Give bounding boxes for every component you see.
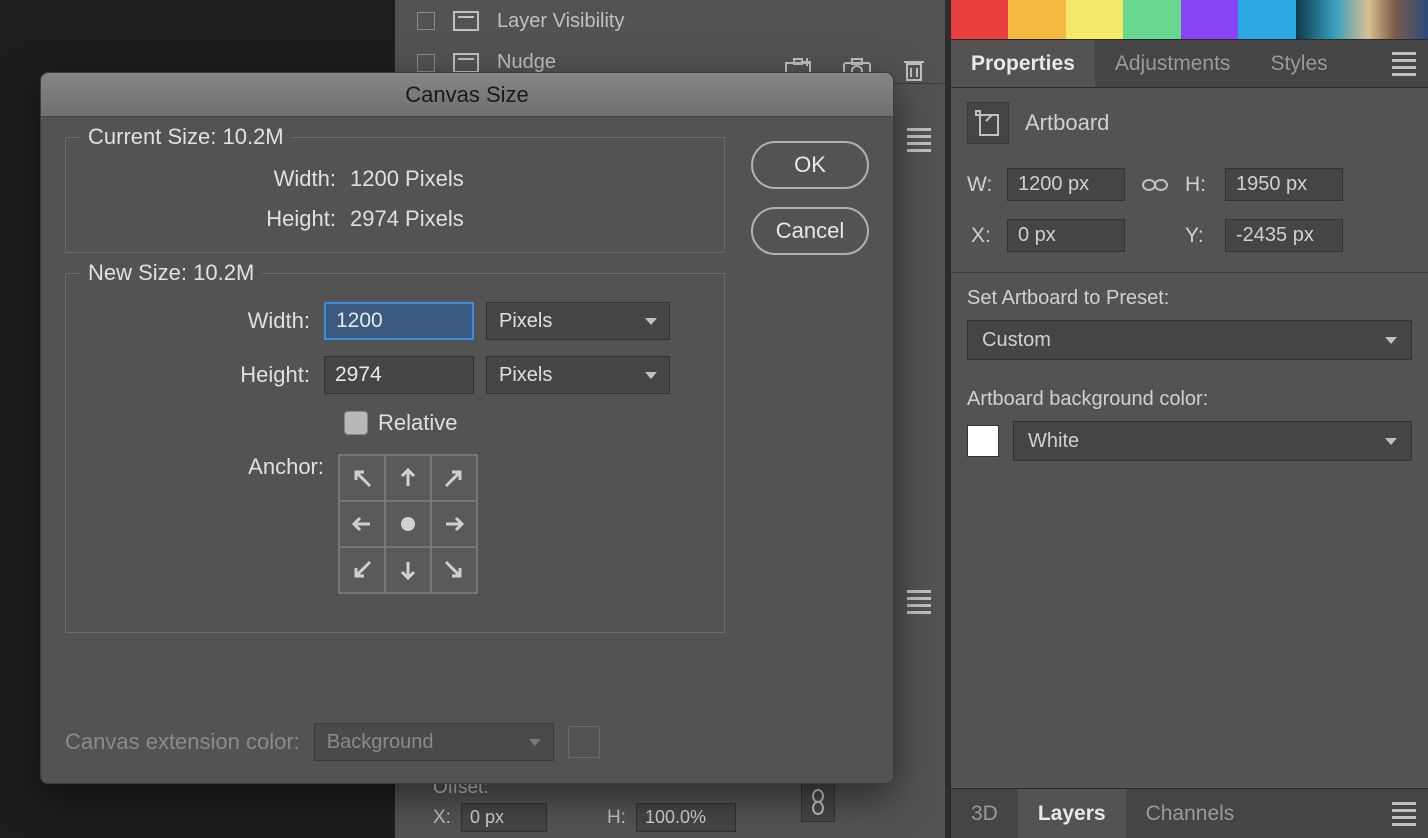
- ok-button[interactable]: OK: [751, 141, 869, 189]
- current-size-legend: Current Size: 10.2M: [80, 124, 292, 150]
- chevron-down-icon: [645, 372, 657, 379]
- history-item[interactable]: Layer Visibility: [395, 0, 945, 42]
- current-size-fieldset: Current Size: 10.2M Width: 1200 Pixels H…: [65, 137, 725, 253]
- history-label: Layer Visibility: [497, 10, 624, 33]
- panel-menu-icon[interactable]: [1392, 52, 1416, 76]
- y-input[interactable]: [1225, 219, 1343, 252]
- bgcolor-label: Artboard background color:: [951, 374, 1428, 421]
- anchor-grid: [338, 454, 478, 594]
- tab-layers[interactable]: Layers: [1018, 789, 1126, 838]
- dialog-title: Canvas Size: [41, 73, 893, 117]
- history-checkbox[interactable]: [417, 12, 435, 30]
- canvas-size-dialog: Canvas Size OK Cancel Current Size: 10.2…: [40, 72, 894, 784]
- tab-adjustments[interactable]: Adjustments: [1095, 40, 1251, 87]
- current-height-value: 2974 Pixels: [350, 206, 464, 232]
- current-width-label: Width:: [90, 166, 350, 192]
- chevron-down-icon: [529, 739, 541, 746]
- new-height-input[interactable]: [324, 356, 474, 394]
- trash-icon[interactable]: [903, 58, 925, 87]
- preset-label: Set Artboard to Preset:: [951, 273, 1428, 320]
- tab-3d[interactable]: 3D: [951, 789, 1018, 838]
- ext-color-swatch: [568, 726, 600, 758]
- height-input[interactable]: [1225, 168, 1343, 201]
- anchor-ne[interactable]: [431, 455, 477, 501]
- cancel-button[interactable]: Cancel: [751, 207, 869, 255]
- offset-h-input[interactable]: [636, 803, 736, 832]
- layer-visibility-icon: [453, 11, 479, 31]
- relative-checkbox[interactable]: [344, 411, 368, 435]
- ext-color-label: Canvas extension color:: [65, 729, 300, 755]
- anchor-w[interactable]: [339, 501, 385, 547]
- width-unit-select[interactable]: Pixels: [486, 302, 670, 340]
- current-height-label: Height:: [90, 206, 350, 232]
- history-label: Nudge: [497, 51, 556, 74]
- bgcolor-select[interactable]: White: [1013, 421, 1412, 461]
- new-width-input[interactable]: [324, 302, 474, 340]
- right-panel: Properties Adjustments Styles Artboard W…: [950, 0, 1428, 838]
- ext-color-value: Background: [327, 731, 434, 754]
- anchor-s[interactable]: [385, 547, 431, 593]
- x-label: X:: [967, 224, 997, 248]
- anchor-se[interactable]: [431, 547, 477, 593]
- width-input[interactable]: [1007, 168, 1125, 201]
- chevron-down-icon: [645, 318, 657, 325]
- tab-channels[interactable]: Channels: [1126, 789, 1255, 838]
- chevron-down-icon: [1385, 337, 1397, 344]
- new-size-fieldset: New Size: 10.2M Width: Pixels Height: Pi…: [65, 273, 725, 633]
- x-input[interactable]: [1007, 219, 1125, 252]
- anchor-e[interactable]: [431, 501, 477, 547]
- preset-value: Custom: [982, 329, 1051, 352]
- panel-menu-icon[interactable]: [1392, 802, 1416, 826]
- offset-x-input[interactable]: [461, 803, 547, 832]
- swatches-thumbnail: [951, 0, 1428, 40]
- anchor-n[interactable]: [385, 455, 431, 501]
- new-size-legend: New Size: 10.2M: [80, 260, 262, 286]
- width-label: W:: [967, 173, 997, 197]
- offset-section: Offset: X: H:: [433, 777, 736, 832]
- nudge-icon: [453, 53, 479, 73]
- offset-x-label: X:: [433, 807, 451, 829]
- height-label: H:: [1185, 173, 1215, 197]
- tab-properties[interactable]: Properties: [951, 40, 1095, 87]
- preset-select[interactable]: Custom: [967, 320, 1412, 360]
- height-unit-select[interactable]: Pixels: [486, 356, 670, 394]
- link-icon[interactable]: [1135, 175, 1175, 195]
- panel-tabs: Properties Adjustments Styles: [951, 40, 1428, 88]
- height-unit-value: Pixels: [499, 364, 552, 387]
- panel-menu-icon[interactable]: [907, 590, 933, 614]
- new-height-label: Height:: [90, 362, 324, 388]
- artboard-icon: [967, 102, 1009, 144]
- panel-menu-icon[interactable]: [907, 128, 933, 152]
- artboard-title: Artboard: [1025, 110, 1109, 136]
- tab-styles[interactable]: Styles: [1250, 40, 1347, 87]
- anchor-center[interactable]: [385, 501, 431, 547]
- anchor-nw[interactable]: [339, 455, 385, 501]
- y-label: Y:: [1185, 224, 1215, 248]
- history-checkbox[interactable]: [417, 54, 435, 72]
- width-unit-value: Pixels: [499, 310, 552, 333]
- bgcolor-value: White: [1028, 430, 1079, 453]
- offset-h-label: H:: [607, 807, 626, 829]
- anchor-label: Anchor:: [90, 454, 338, 480]
- new-width-label: Width:: [90, 308, 324, 334]
- ext-color-select: Background: [314, 723, 554, 761]
- current-width-value: 1200 Pixels: [350, 166, 464, 192]
- anchor-sw[interactable]: [339, 547, 385, 593]
- link-icon[interactable]: [801, 782, 835, 822]
- relative-label: Relative: [378, 410, 457, 436]
- bottom-panel-tabs: 3D Layers Channels: [951, 788, 1428, 838]
- bgcolor-swatch[interactable]: [967, 425, 999, 457]
- chevron-down-icon: [1385, 438, 1397, 445]
